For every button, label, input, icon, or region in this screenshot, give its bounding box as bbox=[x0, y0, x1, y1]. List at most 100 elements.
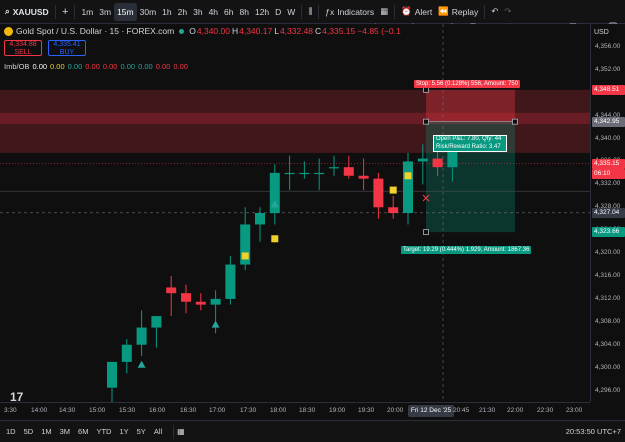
rr-line: Risk/Reward Ratio: 3.47 bbox=[436, 143, 501, 150]
indicators-button[interactable]: ƒx Indicators bbox=[322, 3, 377, 21]
templates-button[interactable]: ▦ bbox=[377, 3, 391, 21]
interval-w[interactable]: W bbox=[284, 3, 298, 21]
candle-body bbox=[136, 327, 147, 345]
bottom-toolbar: 1D 5D 1M 3M 6M YTD 1Y 5Y All ▦ 20:53:50 UTC+7 bbox=[0, 420, 625, 442]
candle-body bbox=[403, 161, 413, 213]
sell-button[interactable]: 4,334.88 SELL bbox=[4, 40, 42, 56]
separator bbox=[484, 4, 486, 19]
price-tick: 4,304.00 bbox=[595, 340, 621, 348]
range-5y[interactable]: 5Y bbox=[137, 427, 146, 436]
chart-legend: Gold Spot / U.S. Dollar · 15 · FOREX.com… bbox=[4, 26, 401, 36]
legend-low: L4,332.48 bbox=[274, 26, 314, 36]
market-status-icon bbox=[179, 28, 185, 34]
range-3m[interactable]: 3M bbox=[60, 427, 70, 436]
indicator-value: 0.00 bbox=[50, 62, 65, 71]
interval-1m[interactable]: 1m bbox=[78, 3, 96, 21]
indicator-value: 0.00 bbox=[120, 62, 136, 71]
last-price-label: 4,335.15 bbox=[592, 158, 625, 169]
undo-button[interactable]: ↶ bbox=[488, 3, 501, 21]
price-tick: 4,308.00 bbox=[595, 317, 621, 325]
currency-label[interactable]: USD bbox=[594, 29, 609, 36]
separator bbox=[74, 4, 76, 19]
interval-8h[interactable]: 8h bbox=[237, 3, 252, 21]
time-tick: 19:30 bbox=[358, 407, 375, 414]
interval-2h[interactable]: 2h bbox=[175, 3, 190, 21]
indicator-name: Imb/OB bbox=[4, 62, 30, 71]
interval-3m[interactable]: 3m bbox=[96, 3, 114, 21]
time-tick: 16:00 bbox=[149, 407, 166, 414]
trade-buttons: 4,334.88 SELL 4,335.41 BUY bbox=[4, 40, 92, 56]
candle-body bbox=[255, 213, 265, 225]
time-tick: 22:00 bbox=[507, 407, 524, 414]
indicator-value: 0.00 bbox=[85, 62, 100, 71]
time-tick: 19:00 bbox=[329, 407, 346, 414]
replay-button[interactable]: ⏪ Replay bbox=[435, 3, 481, 21]
candles-icon: ⫼ bbox=[308, 6, 313, 16]
time-tick: 14:00 bbox=[31, 407, 48, 414]
time-tick: 15:30 bbox=[119, 407, 136, 414]
calendar-icon[interactable]: ▦ bbox=[177, 427, 185, 436]
stop-price-label: 4,348.51 bbox=[592, 84, 625, 95]
time-axis[interactable]: Fri 12 Dec '25 3:30 14:00 14:30 15:00 15:30 1… bbox=[0, 402, 590, 420]
stop-loss-tag[interactable]: Stop: 5.56 (0.128%) 556, Amount: 750 bbox=[414, 80, 521, 88]
take-profit-tag[interactable]: Target: 19.29 (0.444%) 1,929, Amount: 18… bbox=[401, 246, 532, 254]
interval-30m[interactable]: 30m bbox=[137, 3, 160, 21]
range-5d[interactable]: 5D bbox=[24, 427, 34, 436]
interval-4h[interactable]: 4h bbox=[206, 3, 221, 21]
high-value: 4,340.17 bbox=[239, 26, 273, 36]
redo-button[interactable]: ↷ bbox=[501, 3, 514, 21]
indicator-legend[interactable]: Imb/OB 0.00 0.00 0.00 0.00 0.00 0.00 0.0… bbox=[4, 62, 191, 71]
price-tick: 4,300.00 bbox=[595, 363, 621, 371]
price-tick: 4,340.00 bbox=[595, 134, 621, 142]
range-all[interactable]: All bbox=[154, 427, 162, 436]
time-tick: 3:30 bbox=[4, 407, 17, 414]
open-pnl-box[interactable]: Open P&L: 7.80, Qty: 44 Risk/Reward Rati… bbox=[433, 135, 507, 152]
chart-type-button[interactable]: ⫼ bbox=[305, 3, 315, 21]
time-tick: 15:00 bbox=[89, 407, 106, 414]
legend-change: −4.85 (−0.1 bbox=[357, 26, 401, 36]
range-1y[interactable]: 1Y bbox=[119, 427, 128, 436]
interval-15m[interactable]: 15m bbox=[114, 2, 137, 21]
stop-zone bbox=[426, 89, 515, 122]
time-tick: 21:30 bbox=[479, 407, 496, 414]
range-1d[interactable]: 1D bbox=[6, 427, 16, 436]
position-handle bbox=[423, 86, 429, 93]
range-group: 1D 5D 1M 3M 6M YTD 1Y 5Y All bbox=[6, 427, 170, 436]
signal-square bbox=[404, 172, 412, 180]
replay-icon: ⏪ bbox=[438, 6, 449, 16]
candle-body bbox=[343, 167, 354, 176]
time-tick: 16:30 bbox=[180, 407, 197, 414]
candle-body bbox=[151, 316, 162, 328]
clock-label[interactable]: 20:53:50 UTC+7 bbox=[566, 427, 621, 436]
range-1m[interactable]: 1M bbox=[41, 427, 51, 436]
range-ytd[interactable]: YTD bbox=[96, 427, 111, 436]
interval-6h[interactable]: 6h bbox=[221, 3, 236, 21]
redo-icon: ↷ bbox=[504, 6, 512, 16]
buy-label: BUY bbox=[59, 49, 75, 56]
indicators-label: Indicators bbox=[337, 6, 375, 17]
separator bbox=[301, 4, 303, 19]
candle-body bbox=[121, 344, 132, 362]
candle-body bbox=[195, 301, 206, 305]
replay-label: Replay bbox=[451, 6, 479, 17]
alert-button[interactable]: ⏰ Alert bbox=[398, 3, 435, 21]
symbol-search[interactable]: ⌕ XAUUSD bbox=[0, 6, 52, 17]
interval-d[interactable]: D bbox=[272, 3, 284, 21]
legend-title: Gold Spot / U.S. Dollar · 15 · FOREX.com bbox=[16, 26, 175, 36]
candle-body bbox=[329, 167, 339, 169]
interval-3h[interactable]: 3h bbox=[190, 3, 205, 21]
signal-square bbox=[389, 186, 397, 194]
target-price-label: 4,323.66 bbox=[592, 227, 625, 238]
candle-body bbox=[210, 298, 221, 305]
add-symbol-button[interactable]: + bbox=[59, 3, 71, 21]
candle-body bbox=[432, 158, 443, 168]
buy-button[interactable]: 4,335.41 BUY bbox=[48, 40, 86, 56]
price-axis[interactable]: 4,356.004,352.004,344.004,340.004,336.00… bbox=[590, 24, 625, 402]
time-tick: 17:00 bbox=[209, 407, 226, 414]
signal-square bbox=[271, 235, 279, 243]
interval-1h[interactable]: 1h bbox=[159, 3, 174, 21]
price-tick: 4,320.00 bbox=[595, 249, 621, 257]
interval-12h[interactable]: 12h bbox=[252, 3, 272, 21]
range-6m[interactable]: 6M bbox=[78, 427, 88, 436]
candle-body bbox=[388, 207, 399, 213]
